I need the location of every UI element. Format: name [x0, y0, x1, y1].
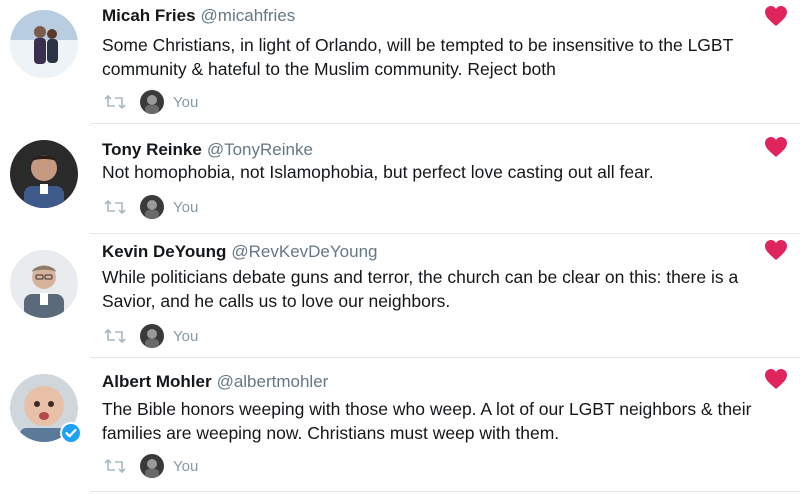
author-name[interactable]: Micah Fries [102, 6, 196, 25]
heart-icon[interactable] [764, 5, 788, 27]
retweet-icon[interactable] [102, 328, 128, 344]
divider [90, 491, 800, 492]
avatar[interactable] [10, 250, 78, 318]
avatar[interactable] [10, 10, 78, 78]
author-name[interactable]: Albert Mohler [102, 372, 212, 391]
author-handle[interactable]: @RevKevDeYoung [231, 242, 377, 261]
tweet[interactable]: Albert Mohler @albertmohler The Bible hon… [0, 358, 800, 495]
heart-icon[interactable] [764, 239, 788, 261]
heart-icon[interactable] [764, 368, 788, 390]
avatar[interactable] [10, 140, 78, 208]
author-handle[interactable]: @TonyReinke [207, 140, 313, 159]
retweet-icon[interactable] [102, 199, 128, 215]
liker-avatar[interactable] [140, 324, 164, 348]
tweet-text: Not homophobia, not Islamophobia, but pe… [102, 162, 654, 182]
retweet-icon[interactable] [102, 94, 128, 110]
author-handle[interactable]: @micahfries [201, 6, 296, 25]
heart-icon[interactable] [764, 136, 788, 158]
tweet-text: Some Christians, in light of Orlando, wi… [102, 35, 733, 79]
author-handle[interactable]: @albertmohler [217, 372, 329, 391]
liked-by-label: You [173, 457, 199, 475]
author-name[interactable]: Tony Reinke [102, 140, 202, 159]
tweet[interactable]: Kevin DeYoung @RevKevDeYoung While politi… [0, 234, 800, 358]
liker-avatar[interactable] [140, 195, 164, 219]
liker-avatar[interactable] [140, 90, 164, 114]
author-name[interactable]: Kevin DeYoung [102, 242, 226, 261]
tweet-feed: Micah Fries @micahfries Some Christians, … [0, 0, 800, 495]
tweet[interactable]: Micah Fries @micahfries Some Christians, … [0, 0, 800, 124]
liker-avatar[interactable] [140, 454, 164, 478]
liked-by-label: You [173, 198, 199, 216]
tweet-text: The Bible honors weeping with those who … [102, 399, 752, 443]
retweet-icon[interactable] [102, 458, 128, 474]
verified-badge-icon [60, 422, 82, 444]
tweet-text: While politicians debate guns and terror… [102, 267, 739, 311]
liked-by-label: You [173, 93, 199, 111]
liked-by-label: You [173, 327, 199, 345]
tweet[interactable]: Tony Reinke @TonyReinke Not homophobia, n… [0, 124, 800, 234]
